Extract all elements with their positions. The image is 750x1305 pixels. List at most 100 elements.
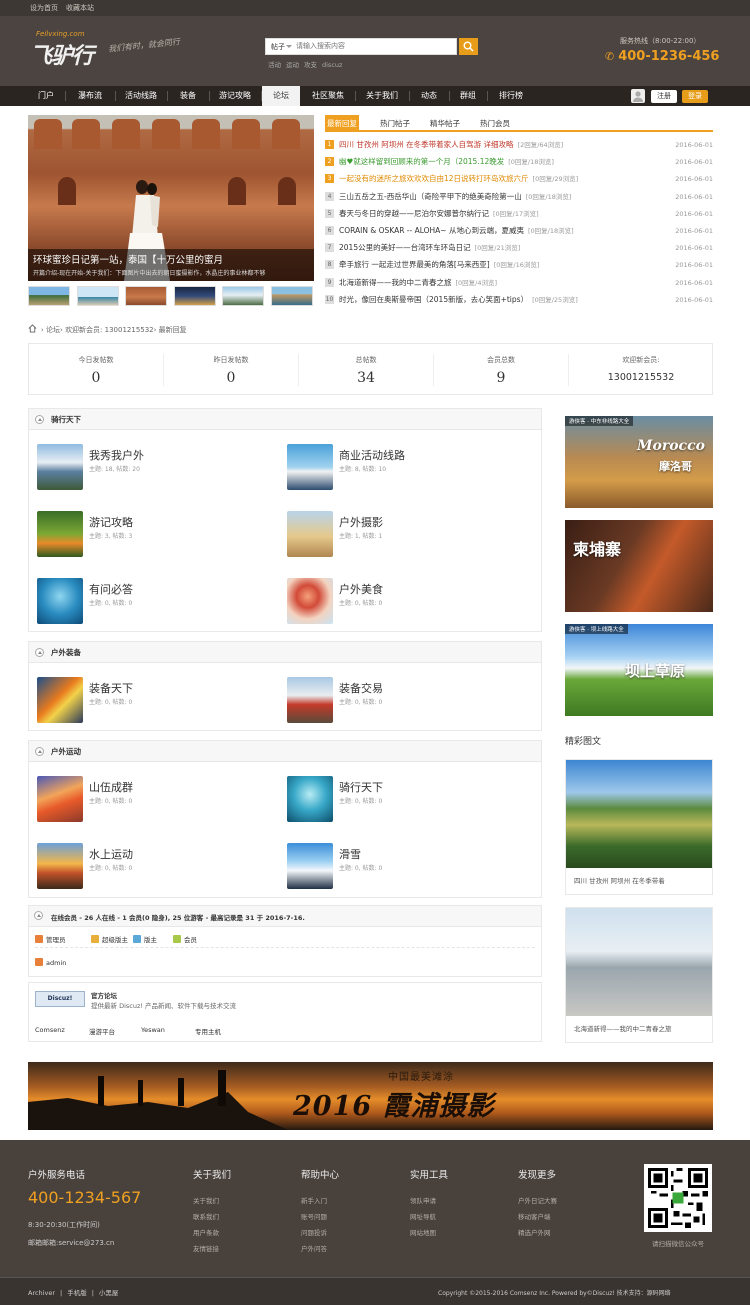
site-logo[interactable]: Feilvxing.com 飞驴行 — [30, 30, 100, 69]
section-title[interactable]: 户外装备 — [51, 647, 81, 658]
post-title[interactable]: 北海道新得——我的中二青春之旅 — [339, 278, 452, 287]
footer-link[interactable]: 户外日记大赛 — [518, 1195, 557, 1205]
footer-link[interactable]: 账号问题 — [301, 1211, 339, 1221]
forum-name[interactable]: 骑行天下 — [339, 779, 383, 795]
friend-link[interactable]: Comsenz — [35, 1026, 65, 1034]
forum-name[interactable]: 游记攻略 — [89, 514, 133, 530]
search-button[interactable] — [459, 38, 478, 55]
forum-item[interactable]: 游记攻略 主题: 3, 帖数: 3 — [37, 511, 277, 561]
forum-item[interactable]: 骑行天下 主题: 0, 帖数: 0 — [287, 776, 527, 826]
post-row[interactable]: 9 北海道新得——我的中二青春之旅 [0回复/4浏览] 2016-06-01 — [325, 275, 713, 291]
nav-item-activity-routes[interactable]: 活动线路 — [116, 86, 166, 106]
forum-name[interactable]: 装备交易 — [339, 680, 383, 696]
post-row[interactable]: 5 春天与冬日的穿越——尼泊尔安娜普尔纳行记 [0回复/17浏览] 2016-06-0… — [325, 206, 713, 222]
mobile-link[interactable]: 手机版 — [67, 1289, 87, 1297]
forum-name[interactable]: 滑雪 — [339, 846, 361, 862]
footer-email[interactable]: 邮箱邮箱:service@273.cn — [28, 1238, 114, 1248]
nav-item-about[interactable]: 关于我们 — [356, 86, 408, 106]
footer-link[interactable]: 新手入门 — [301, 1195, 339, 1205]
slider-thumb[interactable] — [28, 286, 70, 306]
official-forum-link[interactable]: 官方论坛 — [91, 990, 117, 1000]
post-title[interactable]: 春天与冬日的穿越——尼泊尔安娜普尔纳行记 — [339, 209, 489, 218]
breadcrumb-welcome[interactable]: 欢迎新会员: 13001215532 — [65, 326, 154, 334]
collapse-toggle-icon[interactable] — [35, 747, 44, 756]
forum-item[interactable]: 滑雪 主题: 0, 帖数: 0 — [287, 843, 527, 893]
forum-name[interactable]: 我秀我户外 — [89, 447, 144, 463]
post-title[interactable]: 幽♥就这样留到回顾来的第一个月（2015.12晚发 — [339, 157, 504, 166]
blacklist-link[interactable]: 小黑屋 — [99, 1289, 119, 1297]
forum-item[interactable]: 我秀我户外 主题: 18, 帖数: 20 — [37, 444, 277, 494]
ad-cambodia[interactable]: 柬埔寨 — [565, 520, 713, 612]
tab-hot-members[interactable]: 热门会员 — [475, 115, 515, 132]
footer-link[interactable]: 用户条款 — [193, 1227, 231, 1237]
footer-link[interactable]: 移动客户端 — [518, 1211, 557, 1221]
newest-member-link[interactable]: 13001215532 — [569, 372, 713, 383]
sidebar-pic-caption[interactable]: 北海道新得——我的中二青春之旅 — [574, 1023, 672, 1033]
post-row[interactable]: 4 三山五岳之五-西岳华山（奇险平甲下的绝美奇险第一山 [0回复/18浏览] 2016… — [325, 189, 713, 205]
nav-item-groups[interactable]: 群组 — [450, 86, 486, 106]
online-user[interactable]: admin — [35, 958, 66, 967]
forum-name[interactable]: 有问必答 — [89, 581, 133, 597]
hotword[interactable]: 活动 — [268, 61, 281, 69]
slider-thumb[interactable] — [222, 286, 264, 306]
post-row[interactable]: 7 2015公里的美好——台湾环车环岛日记 [0回复/21浏览] 2016-06-01 — [325, 240, 713, 256]
login-button[interactable]: 登录 — [682, 90, 708, 103]
collapse-toggle-icon[interactable] — [35, 415, 44, 424]
friend-link[interactable]: Yeswan — [141, 1026, 165, 1034]
forum-name[interactable]: 装备天下 — [89, 680, 133, 696]
search-type-select[interactable]: 帖子 — [271, 42, 285, 52]
section-title[interactable]: 户外运动 — [51, 746, 81, 757]
footer-link[interactable]: 关于我们 — [193, 1195, 231, 1205]
forum-item[interactable]: 山伍成群 主题: 0, 帖数: 0 — [37, 776, 277, 826]
friend-link[interactable]: 漫游平台 — [89, 1026, 115, 1036]
home-icon[interactable] — [28, 324, 37, 333]
nav-item-community[interactable]: 社区聚焦 — [302, 86, 354, 106]
archiver-link[interactable]: Archiver — [28, 1289, 55, 1297]
section-title[interactable]: 骑行天下 — [51, 414, 81, 425]
forum-item[interactable]: 商业活动线路 主题: 8, 帖数: 10 — [287, 444, 527, 494]
forum-item[interactable]: 户外美食 主题: 0, 帖数: 0 — [287, 578, 527, 628]
forum-item[interactable]: 装备交易 主题: 0, 帖数: 0 — [287, 677, 527, 727]
post-title[interactable]: CORAIN & OSKAR -- ALOHA~ 从地心到云端，夏威夷 — [339, 226, 524, 235]
hotword[interactable]: 攻支 — [304, 61, 317, 69]
forum-name[interactable]: 户外美食 — [339, 581, 383, 597]
nav-item-forum[interactable]: 论坛 — [262, 86, 300, 106]
ad-bashang-grassland[interactable]: 游侠客 · 坝上线路大全 坝上草原 — [565, 624, 713, 716]
breadcrumb-latest[interactable]: 最新回复 — [159, 326, 187, 334]
forum-item[interactable]: 装备天下 主题: 0, 帖数: 0 — [37, 677, 277, 727]
forum-name[interactable]: 户外摄影 — [339, 514, 383, 530]
post-row[interactable]: 2 幽♥就这样留到回顾来的第一个月（2015.12晚发 [0回复/18浏览] 2016… — [325, 154, 713, 170]
forum-name[interactable]: 商业活动线路 — [339, 447, 405, 463]
forum-name[interactable]: 山伍成群 — [89, 779, 133, 795]
slider-thumb[interactable] — [174, 286, 216, 306]
footer-link[interactable]: 领队申请 — [410, 1195, 448, 1205]
forum-item[interactable]: 户外摄影 主题: 1, 帖数: 1 — [287, 511, 527, 561]
forum-item[interactable]: 水上运动 主题: 0, 帖数: 0 — [37, 843, 277, 893]
post-title[interactable]: 三山五岳之五-西岳华山（奇险平甲下的绝美奇险第一山 — [339, 192, 522, 201]
post-row[interactable]: 8 牵手旅行 一起走过世界最美的角落[马来西亚] [0回复/16浏览] 2016-06… — [325, 257, 713, 273]
post-title[interactable]: 四川 甘孜州 阿坝州 在冬季带着家人自驾游 详细攻略 — [339, 140, 514, 149]
slider-title[interactable]: 环球蜜珍日记第一站，泰国【十万公里的蜜月 — [33, 252, 223, 266]
sidebar-pic[interactable]: 北海道新得——我的中二青春之旅 — [565, 907, 713, 1043]
nav-item-gear[interactable]: 装备 — [168, 86, 208, 106]
collapse-toggle-icon[interactable] — [35, 648, 44, 657]
ad-morocco[interactable]: 游侠客 · 中东非线路大全 Morocco 摩洛哥 — [565, 416, 713, 508]
slider-thumb[interactable] — [77, 286, 119, 306]
nav-item-feed[interactable]: 动态 — [410, 86, 448, 106]
forum-name[interactable]: 水上运动 — [89, 846, 133, 862]
search-input[interactable] — [296, 40, 446, 53]
footer-link[interactable]: 户外问答 — [301, 1243, 339, 1253]
nav-item-portal[interactable]: 门户 — [28, 86, 64, 106]
hotword[interactable]: 运动 — [286, 61, 299, 69]
featured-slider[interactable]: 环球蜜珍日记第一站，泰国【十万公里的蜜月 开篇介绍-现在开始-关于我们：下面图片… — [28, 115, 314, 281]
footer-link[interactable]: 联系我们 — [193, 1211, 231, 1221]
sidebar-pic-caption[interactable]: 四川 甘孜州 阿坝州 在冬季带着 — [574, 875, 665, 885]
footer-link[interactable]: 问题投诉 — [301, 1227, 339, 1237]
set-homepage-link[interactable]: 设为首页 — [30, 4, 58, 12]
post-row[interactable]: 10 时光，像回在奥斯曼帝国（2015新版，去心笑面+tips） [0回复/25浏览… — [325, 292, 713, 308]
tab-latest-replies[interactable]: 最新回复 — [325, 115, 359, 132]
post-title[interactable]: 牵手旅行 一起走过世界最美的角落[马来西亚] — [339, 260, 490, 269]
discuz-logo[interactable]: Discuz! — [35, 991, 85, 1007]
breadcrumb-forum[interactable]: 论坛 — [46, 326, 60, 334]
post-title[interactable]: 2015公里的美好——台湾环车环岛日记 — [339, 243, 471, 252]
